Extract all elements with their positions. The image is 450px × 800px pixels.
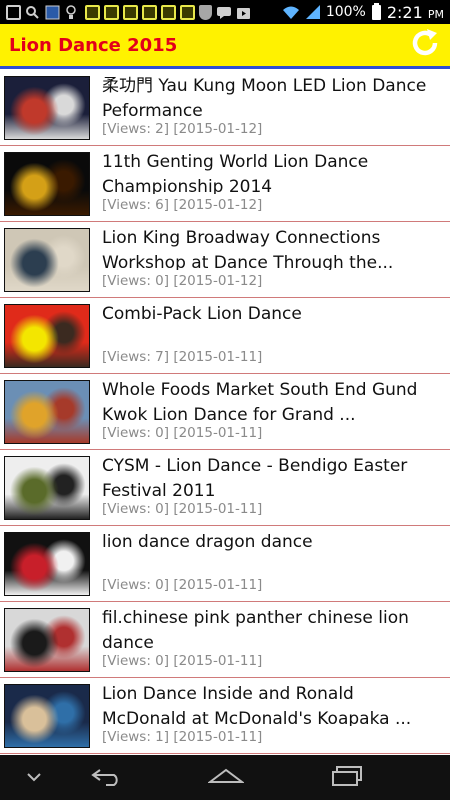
add-notification-icon (6, 4, 21, 20)
clock: 2:21 PM (387, 3, 444, 22)
video-meta: [Views: 0] [2015-01-11] (102, 577, 263, 593)
video-title: Lion King Broadway Connections Workshop … (102, 228, 394, 270)
refresh-button[interactable] (408, 28, 442, 62)
video-meta: [Views: 0] [2015-01-11] (102, 653, 263, 669)
app-icon-4 (142, 4, 157, 20)
video-info: fil.chinese pink panther chinese lion da… (102, 606, 442, 677)
video-meta: [Views: 2] [2015-01-12] (102, 121, 263, 137)
video-list-item[interactable]: CYSM - Lion Dance - Bendigo Easter Festi… (0, 450, 450, 526)
video-meta: [Views: 7] [2015-01-11] (102, 349, 263, 365)
video-thumbnail (4, 532, 90, 596)
message-icon (216, 5, 232, 19)
app-icon-1 (85, 4, 100, 20)
status-right: 100% 2:21 PM (282, 2, 450, 22)
back-icon (90, 766, 124, 790)
thumbnail-image (5, 457, 89, 519)
app-notification-icon (45, 5, 61, 20)
refresh-icon (410, 28, 440, 62)
video-thumbnail (4, 304, 90, 368)
app-title: Lion Dance 2015 (9, 34, 178, 56)
video-meta: [Views: 6] [2015-01-12] (102, 197, 263, 213)
notification-icons (0, 4, 252, 20)
recent-apps-button[interactable] (320, 755, 376, 800)
app-header: Lion Dance 2015 (0, 24, 450, 66)
video-title: 柔功門 Yau Kung Moon LED Lion Dance Peforma… (102, 76, 427, 118)
video-meta: [Views: 1] [2015-01-11] (102, 729, 263, 745)
hide-keyboard-button[interactable] (14, 755, 54, 800)
video-info: Lion Dance Inside and Ronald McDonald at… (102, 682, 442, 753)
clock-time: 2:21 (386, 2, 423, 22)
video-info: Lion King Broadway Connections Workshop … (102, 226, 442, 297)
thumbnail-image (5, 609, 89, 671)
thumbnail-image (5, 685, 89, 747)
video-meta: [Views: 0] [2015-01-11] (102, 425, 263, 441)
chevron-down-icon (26, 768, 42, 787)
video-info: lion dance dragon dance [Views: 0] [2015-… (102, 530, 442, 601)
video-thumbnail (4, 456, 90, 520)
video-list[interactable]: 柔功門 Yau Kung Moon LED Lion Dance Peforma… (0, 70, 450, 754)
video-list-item[interactable]: Combi-Pack Lion Dance [Views: 7] [2015-01… (0, 298, 450, 374)
bulb-icon (65, 5, 81, 19)
wifi-icon (282, 5, 300, 19)
video-info: CYSM - Lion Dance - Bendigo Easter Festi… (102, 454, 442, 525)
play-store-icon (236, 5, 252, 19)
video-list-item[interactable]: lion dance dragon dance [Views: 0] [2015-… (0, 526, 450, 602)
video-thumbnail (4, 380, 90, 444)
shield-icon (199, 4, 212, 20)
search-notification-icon (25, 5, 41, 19)
video-list-item[interactable]: Lion King Broadway Connections Workshop … (0, 222, 450, 298)
status-bar: 100% 2:21 PM (0, 0, 450, 24)
video-meta: [Views: 0] [2015-01-12] (102, 273, 263, 289)
video-title: Combi-Pack Lion Dance (102, 304, 302, 324)
video-title: lion dance dragon dance (102, 532, 313, 552)
header-divider (0, 66, 450, 69)
thumbnail-image (5, 77, 89, 139)
video-thumbnail (4, 608, 90, 672)
video-meta: [Views: 0] [2015-01-11] (102, 501, 263, 517)
app-icon-6 (180, 4, 195, 20)
video-title: 11th Genting World Lion Dance Championsh… (102, 152, 369, 194)
thumbnail-image (5, 305, 89, 367)
thumbnail-image (5, 153, 89, 215)
video-title: Lion Dance Inside and Ronald McDonald at… (102, 684, 412, 726)
video-list-item[interactable]: fil.chinese pink panther chinese lion da… (0, 602, 450, 678)
back-button[interactable] (82, 755, 132, 800)
video-thumbnail (4, 684, 90, 748)
video-list-item[interactable]: 柔功門 Yau Kung Moon LED Lion Dance Peforma… (0, 70, 450, 146)
thumbnail-image (5, 229, 89, 291)
clock-ampm: PM (427, 7, 444, 21)
home-button[interactable] (198, 755, 254, 800)
home-icon (207, 766, 245, 790)
video-title: fil.chinese pink panther chinese lion da… (102, 608, 409, 650)
app-icon-3 (123, 4, 138, 20)
app-icon-5 (161, 4, 176, 20)
video-list-item[interactable]: 11th Genting World Lion Dance Championsh… (0, 146, 450, 222)
recent-apps-icon (331, 765, 365, 791)
navigation-bar (0, 755, 450, 800)
signal-icon (305, 5, 320, 19)
app-icon-2 (104, 4, 119, 20)
thumbnail-image (5, 381, 89, 443)
video-info: Whole Foods Market South End Gund Kwok L… (102, 378, 442, 449)
battery-icon (371, 2, 381, 20)
thumbnail-image (5, 533, 89, 595)
video-thumbnail (4, 228, 90, 292)
video-info: Combi-Pack Lion Dance [Views: 7] [2015-01… (102, 302, 442, 373)
video-list-item[interactable]: Whole Foods Market South End Gund Kwok L… (0, 374, 450, 450)
video-info: 柔功門 Yau Kung Moon LED Lion Dance Peforma… (102, 74, 442, 145)
video-list-item[interactable]: Lion Dance Inside and Ronald McDonald at… (0, 678, 450, 754)
video-title: CYSM - Lion Dance - Bendigo Easter Festi… (102, 456, 408, 498)
battery-percent: 100% (325, 4, 366, 20)
video-thumbnail (4, 76, 90, 140)
video-title: Whole Foods Market South End Gund Kwok L… (102, 380, 418, 422)
video-thumbnail (4, 152, 90, 216)
video-info: 11th Genting World Lion Dance Championsh… (102, 150, 442, 221)
